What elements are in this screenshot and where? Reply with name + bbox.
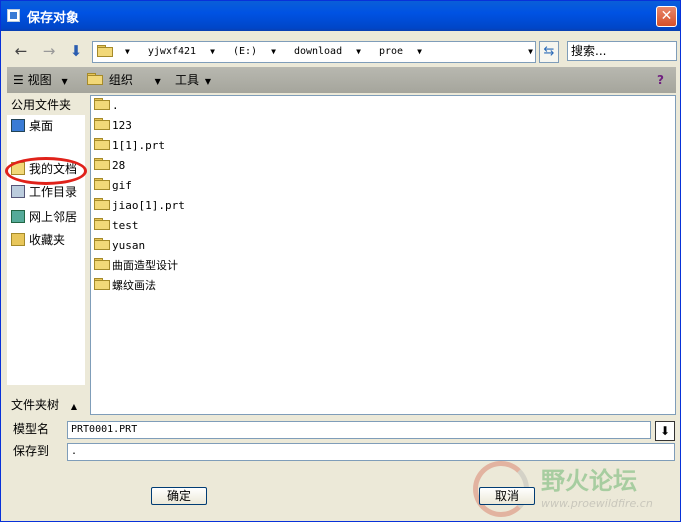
file-name: jiao[1].prt [112,199,185,212]
model-name-field[interactable]: PRT0001.PRT [67,421,651,439]
path-segment[interactable]: (E:) [233,46,257,57]
folder-icon [94,278,110,290]
list-item[interactable]: 曲面造型设计 [94,257,178,275]
back-arrow-icon[interactable]: ← [11,41,31,61]
path-segment[interactable]: download [294,46,342,57]
up-folder-icon[interactable]: ⬇ [66,41,86,61]
folder-icon [94,138,110,150]
file-name: 螺纹画法 [112,279,156,292]
sidebar-item-working-directory[interactable]: 工作目录 [11,183,77,201]
file-name: 曲面造型设计 [112,259,178,272]
file-name: . [112,99,119,112]
download-arrow-icon[interactable]: ⬇ [655,421,675,441]
close-button[interactable]: ✕ [656,6,677,27]
chevron-down-icon[interactable]: ▼ [271,47,276,56]
common-folders-panel: 公用文件夹 桌面 我的文档 工作目录 网上邻居 收藏夹 文件夹树 ▲ [7,95,85,417]
toolbar: ☰ 视图 ▼ 组织 ▼ 工具 ▼ ? [7,67,676,93]
list-item[interactable]: . [94,97,119,115]
common-folders-heading: 公用文件夹 [11,98,72,112]
folder-icon [94,158,110,170]
model-name-label: 模型名 [13,422,50,436]
tools-label: 工具 [175,73,200,87]
file-name: test [112,219,139,232]
common-folders-list: 桌面 我的文档 工作目录 网上邻居 收藏夹 [7,115,85,385]
forward-arrow-icon[interactable]: → [39,41,59,61]
save-to-label: 保存到 [13,444,50,458]
sidebar-item-label: 桌面 [29,119,54,133]
search-input[interactable]: 搜索... [567,41,677,61]
folder-icon [94,178,110,190]
address-dropdown-icon[interactable]: ▼ [528,42,533,62]
window-title: 保存对象 [27,11,80,26]
watermark-title: 野火论坛 [541,467,637,495]
list-item[interactable]: 123 [94,117,132,135]
folder-icon [97,45,113,57]
list-item[interactable]: jiao[1].prt [94,197,185,215]
tools-menu[interactable]: 工具 ▼ [175,72,211,90]
cancel-button[interactable]: 取消 [479,487,535,505]
view-menu[interactable]: ☰ 视图 ▼ [13,72,68,90]
list-item[interactable]: 28 [94,157,125,175]
chevron-down-icon: ▼ [61,77,68,86]
chevron-up-icon: ▲ [70,402,77,411]
desktop-icon [11,119,25,132]
list-view-icon: ☰ [13,73,24,87]
watermark-url: www.proewildfire.cn [541,497,653,510]
save-object-dialog: 保存对象 ✕ ← → ⬇ ▼ yjwxf421 ▼ (E:) ▼ downloa… [0,0,681,522]
folder-icon [94,118,110,130]
view-label: 视图 [27,73,52,87]
address-bar[interactable]: ▼ yjwxf421 ▼ (E:) ▼ download ▼ proe ▼ ▼ [92,41,536,63]
folder-icon [94,198,110,210]
file-name: 1[1].prt [112,139,165,152]
folder-icon [94,258,110,270]
list-item[interactable]: 1[1].prt [94,137,165,155]
context-help-icon[interactable]: ? [657,72,664,88]
favorites-icon [11,233,25,246]
sidebar-item-label: 收藏夹 [29,233,66,247]
red-highlight-annotation [5,157,87,185]
sidebar-item-favorites[interactable]: 收藏夹 [11,231,65,249]
folder-tree-label: 文件夹树 [11,398,60,412]
organize-folder-icon [87,73,103,85]
window-icon [7,9,20,22]
file-name: gif [112,179,132,192]
list-item[interactable]: 螺纹画法 [94,277,156,295]
file-list: . 123 1[1].prt 28 gif jiao[1].prt test y… [90,95,676,415]
file-name: 123 [112,119,132,132]
sidebar-item-label: 工作目录 [29,185,78,199]
navigation-row: ← → ⬇ ▼ yjwxf421 ▼ (E:) ▼ download ▼ pro… [1,39,680,65]
working-directory-icon [11,185,25,198]
sidebar-item-desktop[interactable]: 桌面 [11,117,53,135]
list-item[interactable]: test [94,217,139,235]
organize-label: 组织 [108,73,133,87]
folder-tree-toggle[interactable]: 文件夹树 ▲ [11,397,77,415]
chevron-down-icon[interactable]: ▼ [356,47,361,56]
path-segment[interactable]: proe [379,46,403,57]
organize-menu[interactable]: 组织 ▼ [87,72,161,90]
network-icon [11,210,25,223]
title-bar: 保存对象 ✕ [1,1,680,31]
path-segment[interactable]: yjwxf421 [148,46,196,57]
sidebar-item-label: 网上邻居 [29,210,78,224]
sidebar-item-network[interactable]: 网上邻居 [11,208,77,226]
folder-icon [94,218,110,230]
refresh-icon[interactable]: ⇆ [539,41,559,63]
folder-icon [94,98,110,110]
chevron-down-icon[interactable]: ▼ [210,47,215,56]
ok-button[interactable]: 确定 [151,487,207,505]
folder-icon [94,238,110,250]
file-name: 28 [112,159,126,172]
chevron-down-icon[interactable]: ▼ [417,47,422,56]
list-item[interactable]: gif [94,177,132,195]
chevron-down-icon: ▼ [154,77,161,86]
chevron-down-icon: ▼ [204,77,211,86]
chevron-down-icon[interactable]: ▼ [125,47,130,56]
file-name: yusan [112,239,146,252]
list-item[interactable]: yusan [94,237,145,255]
